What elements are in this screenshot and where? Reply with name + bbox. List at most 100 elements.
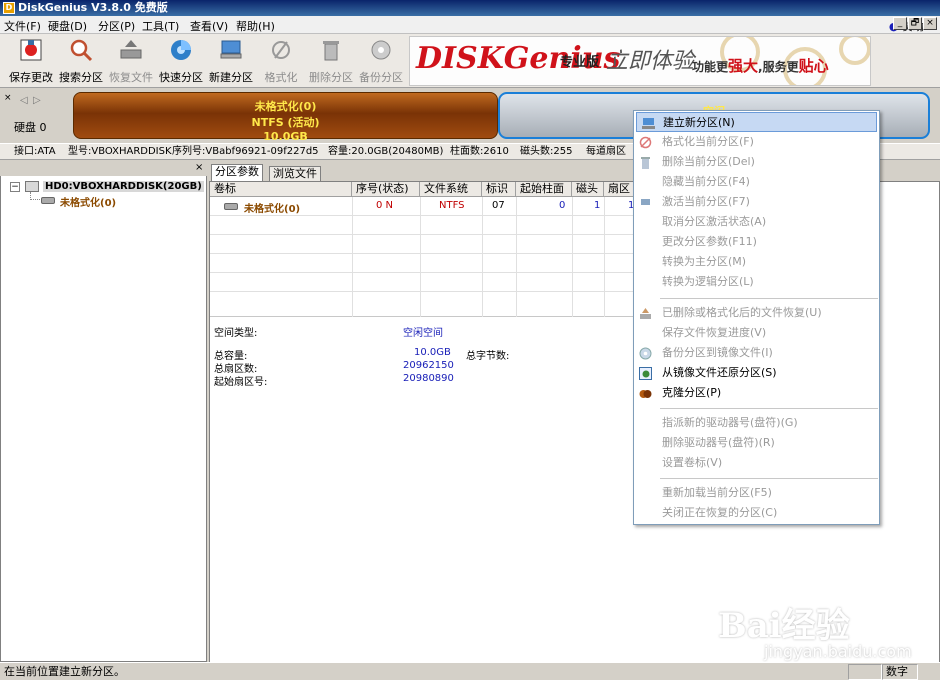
menu-deactivate-partition[interactable]: 取消分区激活状态(A)	[634, 212, 879, 232]
model-info: 型号:VBOXHARDDISK	[68, 146, 172, 157]
col-filesystem[interactable]: 文件系统	[420, 182, 482, 197]
next-disk-icon[interactable]: ▷	[33, 95, 41, 106]
disk-icon	[25, 181, 39, 192]
menu-remove-drive-letter[interactable]: 删除驱动器号(盘符)(R)	[634, 433, 879, 453]
restore-files-button[interactable]: 恢复文件	[106, 36, 156, 86]
minimize-button[interactable]: _	[893, 17, 907, 30]
delete-icon	[323, 41, 339, 61]
menu-assign-drive-letter[interactable]: 指派新的驱动器号(盘符)(G)	[634, 413, 879, 433]
row-seq-status: 0 N	[376, 200, 394, 211]
restore-button[interactable]: 🗗	[908, 17, 922, 30]
menu-view[interactable]: 查看(V)	[190, 18, 228, 34]
tab-partition-params[interactable]: 分区参数	[211, 164, 263, 181]
banner-slogan: 功能更强大,服务更贴心	[692, 55, 829, 76]
disk-tree-panel	[0, 162, 207, 662]
menu-deactivate-partition-label: 取消分区激活状态(A)	[662, 215, 767, 228]
cylinders-info: 柱面数:2610	[450, 146, 509, 157]
row-start-cylinder: 0	[559, 200, 566, 211]
partition-block[interactable]: 未格式化(0) NTFS (活动) 10.0GB	[73, 92, 498, 143]
sectors-info: 每道扇区	[586, 146, 626, 157]
menu-delete-partition-label: 删除当前分区(Del)	[662, 155, 755, 168]
row-id: 07	[492, 200, 505, 211]
col-sector[interactable]: 扇区	[604, 182, 634, 197]
delete-partition-button[interactable]: 删除分区	[306, 36, 356, 86]
watermark-url: jingyan.baidu.com	[764, 642, 912, 661]
menu-convert-primary[interactable]: 转换为主分区(M)	[634, 252, 879, 272]
menu-reload-partition[interactable]: 重新加载当前分区(F5)	[634, 483, 879, 503]
col-id[interactable]: 标识	[482, 182, 516, 197]
collapse-icon[interactable]: ×	[4, 93, 12, 103]
new-partition-button[interactable]: 新建分区	[206, 36, 256, 86]
menu-bar: 文件(F) 硬盘(D) 分区(P) 工具(T) 查看(V) 帮助(H) ● 赞助…	[0, 16, 940, 34]
tree-close-icon[interactable]: ×	[195, 162, 203, 173]
menu-close-recovering[interactable]: 关闭正在恢复的分区(C)	[634, 503, 879, 523]
interface-info: 接口:ATA	[14, 146, 56, 157]
title-bar: D DiskGenius V3.8.0 免费版	[0, 0, 940, 16]
new-partition-icon	[220, 40, 242, 59]
quick-partition-button[interactable]: 快速分区	[156, 36, 206, 86]
heads-info: 磁头数:255	[520, 146, 573, 157]
col-start-cylinder[interactable]: 起始柱面	[516, 182, 572, 197]
search-partition-button[interactable]: 搜索分区	[56, 36, 106, 86]
menu-file-recovery[interactable]: 已删除或格式化后的文件恢复(U)	[634, 303, 879, 323]
serial-info: 序列号:VBabf96921-09f227d5	[172, 146, 319, 157]
tree-partition-item[interactable]: 未格式化(0)	[60, 194, 116, 209]
banner-slogan-mid: 功能更	[692, 60, 729, 74]
menu-delete-partition[interactable]: 删除当前分区(Del)	[634, 152, 879, 172]
new-partition-icon	[642, 118, 655, 129]
menu-assign-drive-letter-label: 指派新的驱动器号(盘符)(G)	[662, 416, 798, 429]
capacity-info: 容量:20.0GB(20480MB)	[328, 146, 444, 157]
partition-block-name: 未格式化(0)	[254, 100, 317, 113]
menu-partition[interactable]: 分区(P)	[98, 18, 135, 34]
close-button[interactable]: ×	[923, 17, 937, 30]
menu-format-partition[interactable]: 格式化当前分区(F)	[634, 132, 879, 152]
context-menu: 建立新分区(N) 格式化当前分区(F) 删除当前分区(Del) 隐藏当前分区(F…	[633, 110, 880, 525]
menu-save-recovery-progress[interactable]: 保存文件恢复进度(V)	[634, 323, 879, 343]
tab-browse-files[interactable]: 浏览文件	[269, 166, 321, 181]
menu-convert-logical-label: 转换为逻辑分区(L)	[662, 275, 754, 288]
menu-backup-to-image[interactable]: 备份分区到镜像文件(I)	[634, 343, 879, 363]
menu-separator	[660, 478, 878, 479]
menu-separator	[660, 408, 878, 409]
menu-help[interactable]: 帮助(H)	[236, 18, 275, 34]
space-type-label: 空间类型:	[214, 328, 258, 339]
row-volume-label[interactable]: 未格式化(0)	[244, 200, 300, 215]
col-volume-label[interactable]: 卷标	[210, 182, 352, 197]
menu-change-params-label: 更改分区参数(F11)	[662, 235, 757, 248]
menu-set-volume-label[interactable]: 设置卷标(V)	[634, 453, 879, 473]
format-icon	[639, 136, 652, 149]
backup-partition-button[interactable]: 备份分区	[356, 36, 406, 86]
menu-convert-primary-label: 转换为主分区(M)	[662, 255, 747, 268]
total-bytes-label: 总字节数:	[466, 351, 510, 362]
menu-tools[interactable]: 工具(T)	[142, 18, 179, 34]
menu-disk[interactable]: 硬盘(D)	[48, 18, 87, 34]
save-changes-button[interactable]: 保存更改	[6, 36, 56, 86]
col-seq-status[interactable]: 序号(状态)	[352, 182, 420, 197]
format-button[interactable]: 格式化	[256, 36, 306, 86]
partition-block-size: 10.0GB	[263, 130, 308, 143]
menu-file[interactable]: 文件(F)	[4, 18, 41, 34]
banner-slogan-strong: 强大	[728, 57, 759, 75]
promo-banner[interactable]: DISKGenius 专业版 立即体验 功能更强大,服务更贴心	[409, 36, 871, 86]
row-head: 1	[594, 200, 601, 211]
prev-disk-icon[interactable]: ◁	[20, 95, 28, 106]
menu-new-partition[interactable]: 建立新分区(N)	[636, 112, 877, 132]
tree-disk-item[interactable]: HD0:VBOXHARDDISK(20GB)	[43, 181, 204, 192]
partition-icon	[41, 197, 55, 204]
col-head[interactable]: 磁头	[572, 182, 604, 197]
menu-convert-logical[interactable]: 转换为逻辑分区(L)	[634, 272, 879, 292]
activate-icon	[641, 199, 650, 205]
menu-restore-from-image[interactable]: 从镜像文件还原分区(S)	[634, 363, 879, 383]
clone-icon	[639, 390, 652, 398]
tree-expand-icon[interactable]: −	[10, 182, 20, 192]
row-partition-icon	[224, 203, 238, 210]
menu-hide-partition[interactable]: 隐藏当前分区(F4)	[634, 172, 879, 192]
status-bar: 在当前位置建立新分区。 数字	[0, 662, 940, 680]
menu-activate-partition[interactable]: 激活当前分区(F7)	[634, 192, 879, 212]
search-icon	[70, 39, 93, 62]
quick-partition-icon	[171, 40, 191, 60]
menu-clone-partition[interactable]: 克隆分区(P)	[634, 383, 879, 403]
menu-file-recovery-label: 已删除或格式化后的文件恢复(U)	[662, 306, 822, 319]
window-title: DiskGenius V3.8.0 免费版	[18, 1, 168, 14]
menu-change-params[interactable]: 更改分区参数(F11)	[634, 232, 879, 252]
